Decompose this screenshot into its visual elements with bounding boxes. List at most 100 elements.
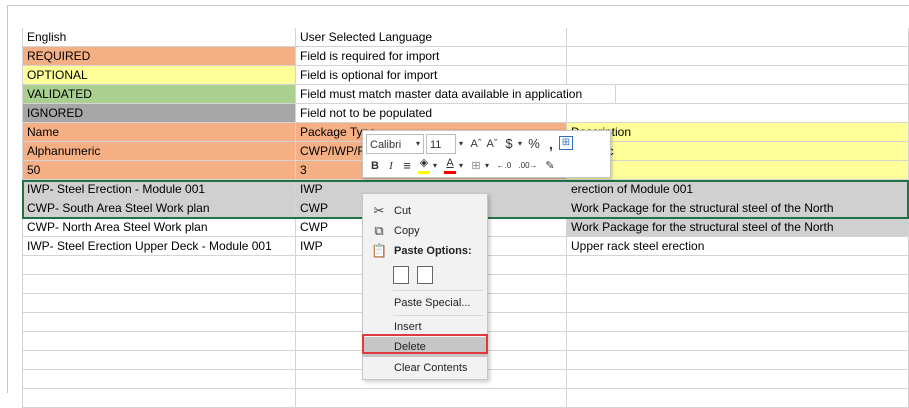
table-row[interactable] [22,389,909,408]
paste-options-label: Paste Options: [394,245,472,257]
table-cell[interactable]: REQUIRED [22,47,296,66]
table-cell[interactable] [567,28,909,47]
currency-button[interactable]: $ [502,134,516,154]
table-cell[interactable]: Field not to be populated [296,104,567,123]
fill-color-dropdown-icon[interactable]: ▾ [431,156,439,176]
table-cell[interactable] [567,85,909,104]
table-cell[interactable]: English [22,28,296,47]
font-color-button[interactable]: A [443,156,457,176]
table-cell[interactable] [22,313,296,332]
frame-top-line [7,5,909,6]
currency-dropdown-icon[interactable]: ▾ [515,134,525,154]
font-name-dropdown-icon[interactable]: ▾ [413,134,423,154]
delete-highlight-box [362,334,488,354]
table-cell[interactable] [22,294,296,313]
menu-separator [393,290,483,291]
menu-item-paste-special[interactable]: Paste Special... [363,293,487,313]
table-cell[interactable] [567,104,909,123]
format-painter-icon[interactable]: ✎ [543,156,557,176]
copy-label: Copy [394,225,420,237]
table-cell[interactable]: Work Package for the structural steel of… [567,218,909,237]
table-row[interactable]: OPTIONAL Field is optional for import [22,66,909,85]
table-cell[interactable]: Description [567,123,909,142]
paste-special-label: Paste Special... [394,297,471,309]
align-center-button[interactable]: ≡ [400,156,414,176]
font-color-bar [444,171,456,174]
font-size-box[interactable]: 11 [426,134,456,154]
table-cell[interactable] [22,275,296,294]
percent-button[interactable]: % [526,134,542,154]
frame-left-line [7,5,8,393]
table-cell[interactable]: User Selected Language [296,28,567,47]
table-cell[interactable]: IGNORED [22,104,296,123]
paste-button-icon[interactable] [393,266,409,284]
grow-font-button[interactable]: Aˆ [468,134,484,154]
comma-style-button[interactable]: , [544,134,558,154]
font-color-label: A [446,157,454,169]
table-cell[interactable] [567,275,909,294]
table-cell[interactable] [22,256,296,275]
table-cell[interactable]: 50 [22,161,296,180]
paste-buttons-row [363,264,487,288]
paste-icon: 📋 [371,243,388,258]
table-cell[interactable]: OPTIONAL [22,66,296,85]
table-cell[interactable] [567,294,909,313]
table-cell[interactable] [567,332,909,351]
table-cell[interactable]: Field is required for import [296,47,567,66]
table-cell[interactable]: Field must match master data available i… [296,85,616,104]
table-cell[interactable]: CWP- South Area Steel Work plan [22,199,296,218]
table-cell[interactable]: Work Package for the structural steel of… [567,199,909,218]
table-row[interactable]: English User Selected Language [22,28,909,47]
mini-toolbar: Calibri ▾ 11 ▾ Aˆ Aˇ $ ▾ % , ⊞ B I ≡ ◈ ▾… [362,130,611,178]
table-row[interactable]: VALIDATED Field must match master data av… [22,85,909,104]
table-cell[interactable] [22,332,296,351]
increase-decimal-button[interactable]: ←.0 [493,156,515,176]
cut-label: Cut [394,205,412,217]
table-cell[interactable] [22,370,296,389]
table-cell[interactable] [567,161,909,180]
shrink-font-button[interactable]: Aˇ [484,134,500,154]
clear-contents-label: Clear Contents [394,362,468,374]
decrease-decimal-button[interactable]: .00→ [517,156,539,176]
table-cell[interactable]: numeric [567,142,909,161]
paste-values-button-icon[interactable] [417,266,433,284]
table-cell[interactable] [296,389,567,408]
table-row[interactable]: IGNORED Field not to be populated [22,104,909,123]
table-cell[interactable] [567,47,909,66]
paste-options-heading: 📋 Paste Options: [363,241,487,261]
table-cell[interactable]: Name [22,123,296,142]
table-cell[interactable] [567,256,909,275]
bold-button[interactable]: B [368,156,382,176]
table-cell[interactable]: IWP- Steel Erection Upper Deck - Module … [22,237,296,256]
fill-color-button[interactable]: ◈ [417,156,431,176]
fill-color-bar [418,171,430,174]
table-cell[interactable]: CWP- North Area Steel Work plan [22,218,296,237]
table-cell[interactable] [567,351,909,370]
menu-separator [393,315,483,316]
table-cell[interactable]: Upper rack steel erection [567,237,909,256]
table-cell[interactable]: erection of Module 001 [567,180,909,199]
borders-dropdown-icon[interactable]: ▾ [483,156,491,176]
menu-item-copy[interactable]: ⧉ Copy [363,221,487,241]
table-cell[interactable]: Alphanumeric [22,142,296,161]
menu-item-cut[interactable]: ✂ Cut [363,201,487,221]
table-row[interactable]: REQUIRED Field is required for import [22,47,909,66]
table-cell[interactable]: VALIDATED [22,85,296,104]
table-cell[interactable] [567,370,909,389]
table-cell[interactable] [22,389,296,408]
font-size-dropdown-icon[interactable]: ▾ [456,134,466,154]
table-cell[interactable] [567,313,909,332]
italic-button[interactable]: I [384,156,398,176]
table-cell[interactable]: IWP- Steel Erection - Module 001 [22,180,296,199]
table-cell[interactable] [567,66,909,85]
table-cell[interactable]: Field is optional for import [296,66,567,85]
font-color-dropdown-icon[interactable]: ▾ [457,156,465,176]
scissors-icon: ✂ [373,203,385,218]
format-table-icon[interactable]: ⊞ [559,136,573,150]
menu-item-clear-contents[interactable]: Clear Contents [363,358,487,378]
copy-icon: ⧉ [374,223,384,238]
table-cell[interactable] [22,351,296,370]
paint-bucket-icon: ◈ [419,157,429,169]
borders-button[interactable]: ⊞ [469,156,483,176]
table-cell[interactable] [567,389,909,408]
